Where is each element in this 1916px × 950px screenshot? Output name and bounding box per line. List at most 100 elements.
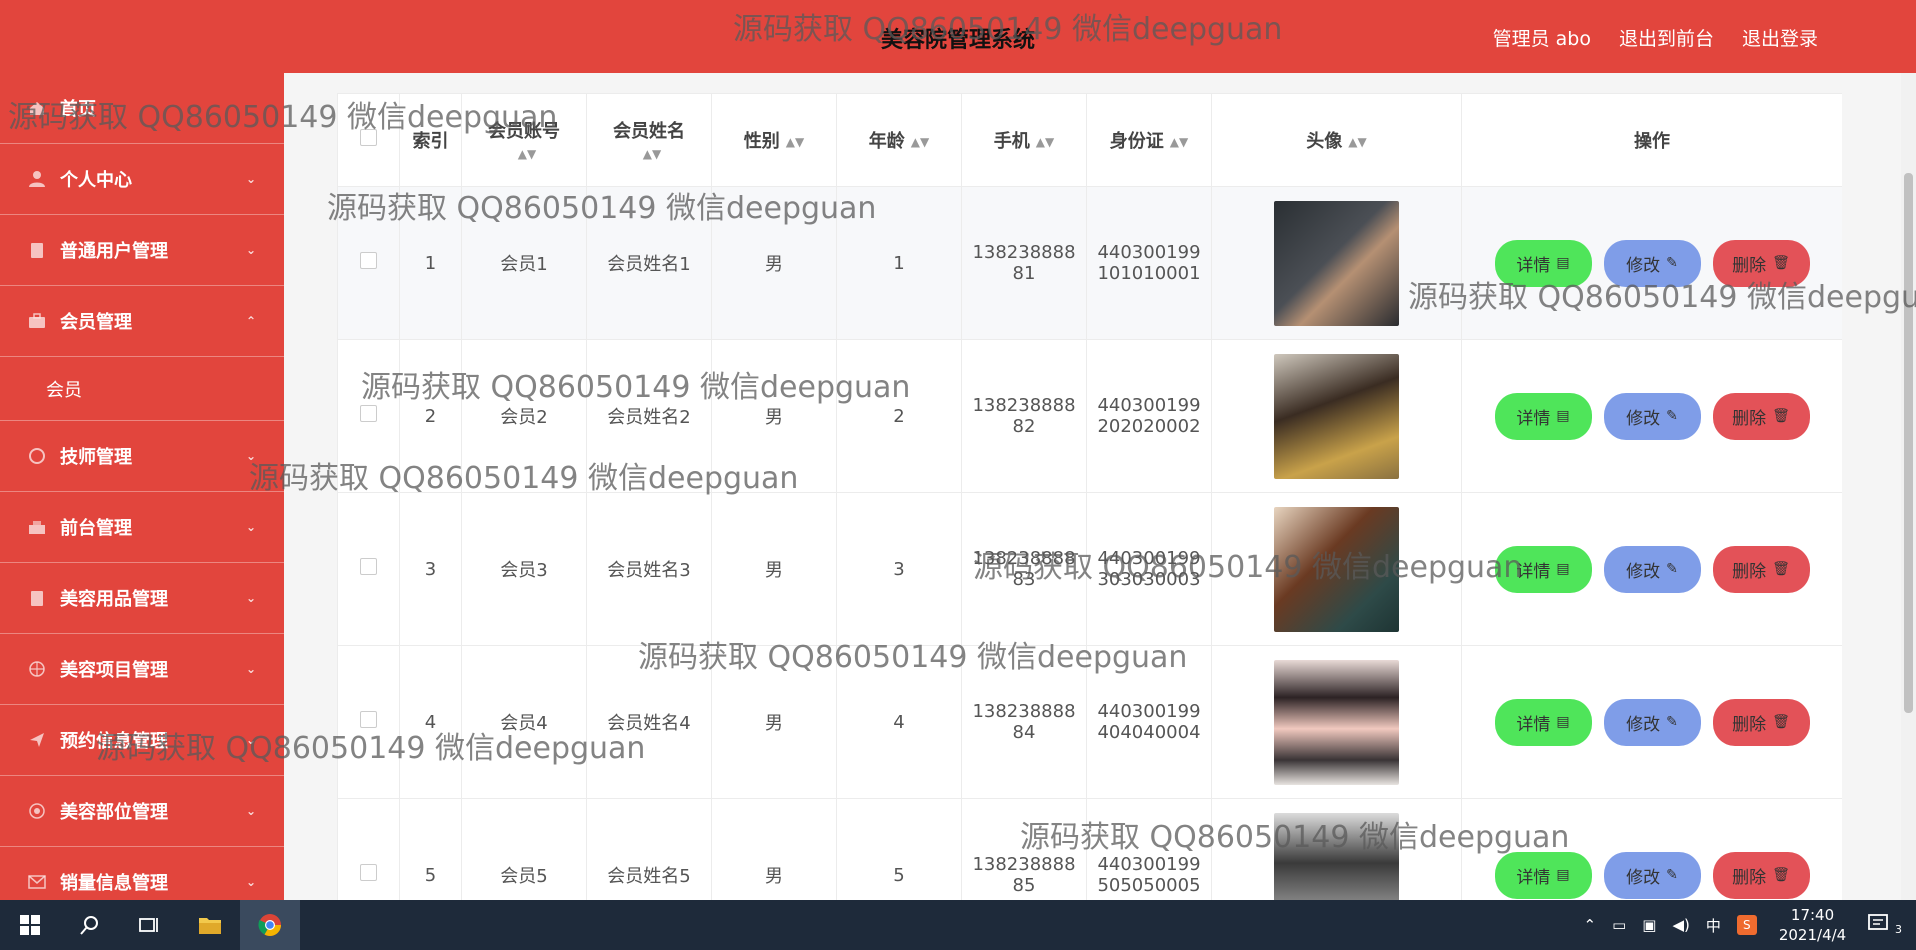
detail-button[interactable]: 详情 ▤ [1494,239,1592,287]
sort-icon[interactable]: ▲▼ [643,147,661,161]
row-checkbox[interactable] [360,864,377,881]
chrome-icon[interactable] [240,900,300,950]
chevron-down-icon: ⌄ [245,733,256,747]
column-header-phone[interactable]: 手机 ▲▼ [961,93,1087,187]
column-header-age[interactable]: 年龄 ▲▼ [836,93,962,187]
detail-button[interactable]: 详情 ▤ [1494,698,1592,746]
sidebar-item-beauty-supplies-management[interactable]: 美容用品管理 ⌄ [0,563,284,634]
cell-name: 会员姓名1 [586,186,712,340]
column-header-name[interactable]: 会员姓名 ▲▼ [586,93,712,187]
edit-button[interactable]: 修改 ✎ [1603,239,1701,287]
sort-icon[interactable]: ▲▼ [1036,135,1054,149]
detail-button[interactable]: 详情 ▤ [1494,545,1592,593]
row-checkbox[interactable] [360,711,377,728]
sort-icon[interactable]: ▲▼ [1170,135,1188,149]
system-tray: ⌃ ▭ ▣ ◀) 中 S 17:40 2021/4/4 3 [1575,900,1916,950]
trash-icon: 🗑 [1772,867,1790,883]
cell-account: 会员2 [461,339,587,493]
delete-button[interactable]: 删除 🗑 [1712,392,1810,440]
delete-button[interactable]: 删除 🗑 [1712,698,1810,746]
document-icon: ▤ [1556,714,1570,730]
cell-phone: 138238888 84 [961,645,1087,799]
network-icon[interactable]: ▣ [1642,916,1656,934]
sort-icon[interactable]: ▲▼ [911,135,929,149]
sidebar-item-label: 前台管理 [60,518,132,539]
cell-id-card: 440300199 101010001 [1086,186,1212,340]
search-icon[interactable] [60,900,120,950]
sidebar-item-home[interactable]: 首页 [0,73,284,144]
table-row: 3 会员3 会员姓名3 男 3 138238888 83 440300199 303… [337,492,1842,646]
delete-button[interactable]: 删除 🗑 [1712,545,1810,593]
sidebar-item-appointment-management[interactable]: 预约信息管理 ⌄ [0,705,284,776]
sort-icon[interactable]: ▲▼ [1348,135,1366,149]
sidebar-subitem-member[interactable]: 会员 [0,357,284,421]
column-header-avatar[interactable]: 头像 ▲▼ [1211,93,1462,187]
edit-button[interactable]: 修改 ✎ [1603,545,1701,593]
edit-button[interactable]: 修改 ✎ [1603,851,1701,899]
sort-icon[interactable]: ▲▼ [786,135,804,149]
sidebar-item-sales-management[interactable]: 销量信息管理 ⌄ [0,847,284,900]
sidebar-item-user-management[interactable]: 普通用户管理 ⌄ [0,215,284,286]
sidebar-item-label: 技师管理 [60,447,132,468]
sidebar-item-personal-center[interactable]: 个人中心 ⌄ [0,144,284,215]
table-row: 2 会员2 会员姓名2 男 2 138238888 82 440300199 202… [337,339,1842,493]
page-scrollbar[interactable] [1901,73,1916,900]
row-checkbox[interactable] [360,405,377,422]
cell-gender: 男 [711,645,837,799]
chevron-up-icon: ⌃ [245,314,256,328]
column-header-gender[interactable]: 性别 ▲▼ [711,93,837,187]
cell-name: 会员姓名5 [586,798,712,900]
column-header-id-card[interactable]: 身份证 ▲▼ [1086,93,1212,187]
ime-indicator[interactable]: 中 [1706,915,1721,936]
admin-user-link[interactable]: 管理员 abo [1493,24,1591,51]
briefcase-icon [26,310,48,332]
detail-button[interactable]: 详情 ▤ [1494,392,1592,440]
exit-to-frontend-link[interactable]: 退出到前台 [1619,24,1714,51]
edit-button[interactable]: 修改 ✎ [1603,392,1701,440]
cell-index: 4 [399,645,462,799]
sidebar-item-member-management[interactable]: 会员管理 ⌃ [0,286,284,357]
cell-account: 会员5 [461,798,587,900]
delete-button[interactable]: 删除 🗑 [1712,851,1810,899]
column-header-account[interactable]: 会员账号 ▲▼ [461,93,587,187]
chevron-down-icon: ⌄ [245,520,256,534]
cell-id-card: 440300199 505050005 [1086,798,1212,900]
sidebar-item-technician-management[interactable]: 技师管理 ⌄ [0,421,284,492]
cell-id-card: 440300199 404040004 [1086,645,1212,799]
notification-icon[interactable]: 3 [1868,913,1902,937]
delete-button[interactable]: 删除 🗑 [1712,239,1810,287]
file-explorer-icon[interactable] [180,900,240,950]
sidebar-item-beauty-area-management[interactable]: 美容部位管理 ⌄ [0,776,284,847]
sogou-input-icon[interactable]: S [1736,915,1757,935]
windows-start-icon[interactable] [0,900,60,950]
cell-index: 2 [399,339,462,493]
logout-link[interactable]: 退出登录 [1742,24,1818,51]
sidebar-item-label: 首页 [60,99,96,120]
windows-taskbar: ⌃ ▭ ▣ ◀) 中 S 17:40 2021/4/4 3 [0,900,1916,950]
row-checkbox[interactable] [360,558,377,575]
edit-button[interactable]: 修改 ✎ [1603,698,1701,746]
detail-button[interactable]: 详情 ▤ [1494,851,1592,899]
row-checkbox[interactable] [360,252,377,269]
header-actions: 管理员 abo 退出到前台 退出登录 [1493,24,1818,51]
sidebar-item-beauty-project-management[interactable]: 美容项目管理 ⌄ [0,634,284,705]
sort-icon[interactable]: ▲▼ [518,147,536,161]
cell-phone: 138238888 83 [961,492,1087,646]
clipboard-icon [26,239,48,261]
select-all-cell[interactable] [337,93,400,187]
cell-gender: 男 [711,492,837,646]
scrollbar-thumb[interactable] [1904,173,1913,713]
table-row: 5 会员5 会员姓名5 男 5 138238888 85 440300199 505… [337,798,1842,900]
volume-icon[interactable]: ◀) [1672,916,1689,934]
chevron-up-icon[interactable]: ⌃ [1583,916,1596,934]
target-icon [26,800,48,822]
taskbar-clock[interactable]: 17:40 2021/4/4 [1779,905,1846,945]
battery-icon[interactable]: ▭ [1612,916,1626,934]
column-header-index[interactable]: 索引 [399,93,462,187]
sidebar-item-front-desk-management[interactable]: 前台管理 ⌄ [0,492,284,563]
select-all-checkbox[interactable] [360,129,377,146]
cell-age: 4 [836,645,962,799]
task-view-icon[interactable] [120,900,180,950]
chevron-down-icon: ⌄ [245,875,256,889]
sidebar: 首页 个人中心 ⌄ 普通用户管理 ⌄ 会员管理 ⌃ 会员 技师管理 ⌄ 前台管理… [0,73,284,900]
